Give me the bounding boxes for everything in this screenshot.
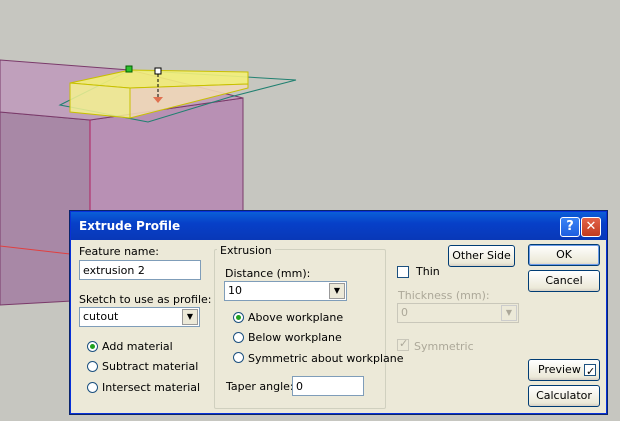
sketch-profile-select[interactable]: cutout ▼	[79, 307, 200, 327]
extrusion-preview-front	[69, 82, 131, 119]
intersect-material-label: Intersect material	[102, 381, 201, 394]
preview-button[interactable]: Preview ✓	[528, 359, 600, 381]
thin-checkbox[interactable]	[397, 266, 409, 278]
subtract-material-radio[interactable]	[87, 361, 98, 372]
sketch-profile-value: cutout	[83, 310, 119, 323]
dialog-title: Extrude Profile	[79, 219, 181, 233]
preview-label: Preview	[538, 363, 581, 376]
distance-combo[interactable]: 10 ▼	[224, 281, 347, 301]
symmetric-checkbox[interactable]: ✓	[397, 337, 409, 351]
above-workplane-label: Above workplane	[248, 311, 344, 324]
feature-name-label: Feature name:	[79, 245, 159, 258]
cancel-button[interactable]: Cancel	[528, 270, 600, 292]
thickness-value: 0	[401, 306, 408, 319]
below-workplane-label: Below workplane	[248, 331, 342, 344]
thickness-combo[interactable]: 0 ▼	[397, 303, 519, 323]
other-side-button[interactable]: Other Side	[448, 245, 515, 267]
close-button[interactable]: ✕	[581, 217, 601, 237]
below-workplane-radio[interactable]	[233, 332, 244, 343]
subtract-material-label: Subtract material	[102, 360, 199, 373]
sketch-profile-label: Sketch to use as profile:	[79, 293, 212, 306]
extrusion-group-title: Extrusion	[217, 244, 275, 257]
intersect-material-radio[interactable]	[87, 382, 98, 393]
chevron-down-icon: ▼	[501, 305, 517, 321]
above-workplane-radio[interactable]	[233, 312, 244, 323]
symmetric-workplane-label: Symmetric about workplane	[248, 352, 404, 365]
chevron-down-icon[interactable]: ▼	[182, 309, 198, 325]
drag-handle[interactable]	[125, 65, 133, 73]
chevron-down-icon[interactable]: ▼	[329, 283, 345, 299]
calculator-button[interactable]: Calculator	[528, 385, 600, 407]
add-material-radio[interactable]	[87, 341, 98, 352]
symmetric-label: Symmetric	[414, 340, 474, 353]
thin-label: Thin	[416, 265, 440, 278]
distance-value: 10	[228, 284, 242, 297]
preview-checkbox[interactable]: ✓	[584, 364, 596, 378]
help-button[interactable]: ?	[560, 217, 580, 237]
distance-label: Distance (mm):	[225, 267, 311, 280]
dialog-titlebar[interactable]: Extrude Profile ? ✕	[71, 212, 606, 240]
taper-angle-input[interactable]	[292, 376, 364, 396]
ok-button[interactable]: OK	[528, 244, 600, 266]
checkmark-icon: ✓	[399, 337, 409, 350]
add-material-label: Add material	[102, 340, 173, 353]
taper-angle-label: Taper angle:	[226, 380, 294, 393]
feature-name-input[interactable]	[79, 260, 201, 280]
thickness-label: Thickness (mm):	[398, 289, 490, 302]
drag-handle[interactable]	[154, 67, 162, 75]
symmetric-workplane-radio[interactable]	[233, 352, 244, 363]
checkmark-icon: ✓	[586, 365, 596, 378]
extrude-profile-dialog: Extrude Profile ? ✕ Feature name: Sketch…	[70, 211, 607, 414]
